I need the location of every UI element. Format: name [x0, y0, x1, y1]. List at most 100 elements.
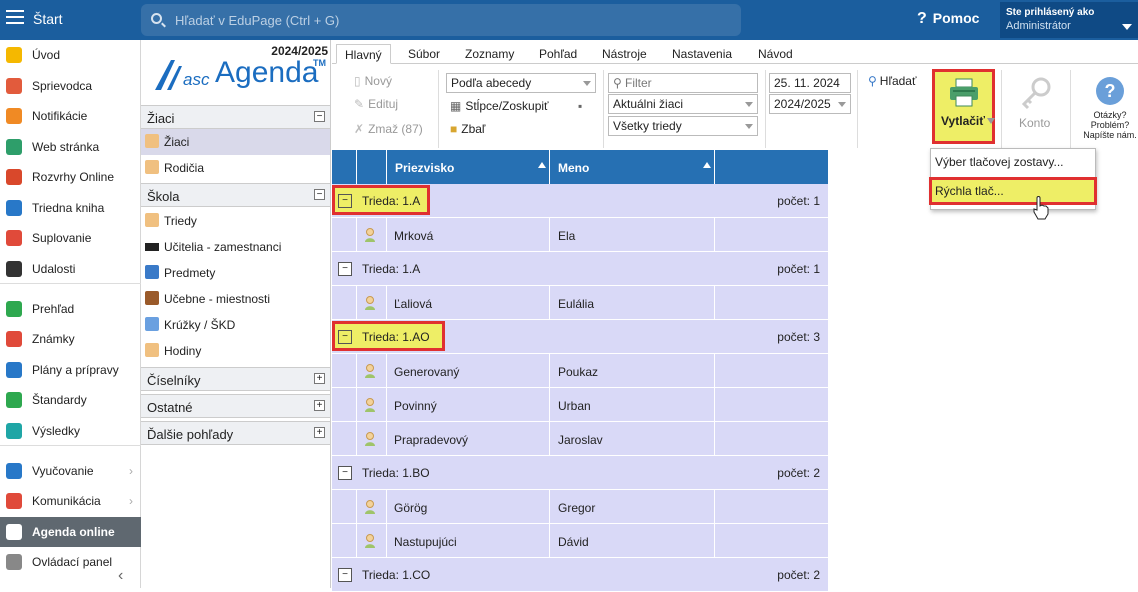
hamburger-menu-icon[interactable] [6, 10, 24, 24]
menu-item-select-report[interactable]: Výber tlačovej zostavy... [935, 155, 1064, 169]
expand-toggle-icon[interactable]: + [314, 400, 325, 411]
sort-select[interactable]: Podľa abecedy [446, 73, 596, 93]
cell-divider [549, 524, 550, 558]
header-surname[interactable]: Priezvisko [387, 150, 550, 184]
section-ziaci[interactable]: Žiaci − [141, 105, 330, 129]
header-label: Meno [558, 161, 590, 175]
columns-button[interactable]: ▦ Stĺpce/Zoskupiť [450, 99, 549, 113]
panel-item-kruzky[interactable]: Krúžky / ŠKD [141, 312, 330, 338]
nav-item-zn-mky[interactable]: Známky [0, 324, 141, 354]
section-ciselniky[interactable]: Číselníky + [141, 367, 330, 391]
table-row[interactable]: Povinný Urban [332, 388, 828, 422]
class-filter-select[interactable]: Všetky triedy [608, 116, 758, 136]
nav-item-web-str-nka[interactable]: Web stránka [0, 132, 141, 162]
students-filter-select[interactable]: Aktuálni žiaci [608, 94, 758, 114]
collapse-group-icon[interactable]: − [338, 194, 352, 208]
delete-icon: ✗ [354, 122, 365, 136]
delete-button[interactable]: ✗ Zmaž (87) [354, 122, 423, 136]
panel-item-triedy[interactable]: Triedy [141, 208, 330, 234]
key-icon [1021, 77, 1051, 110]
menu-item-quick-print[interactable]: Rýchla tlač... [929, 177, 1097, 205]
tab-subor[interactable]: Súbor [408, 44, 440, 64]
tab-zoznamy[interactable]: Zoznamy [465, 44, 514, 64]
nav-item-sprievodca[interactable]: Sprievodca [0, 71, 141, 101]
date-input[interactable]: 25. 11. 2024 [769, 73, 851, 93]
panel-item-ucitelia[interactable]: Učitelia - zamestnanci [141, 234, 330, 260]
nav-item-rozvrhy-online[interactable]: Rozvrhy Online [0, 162, 141, 192]
chevron-down-icon [583, 81, 591, 86]
panel-item-ziaci[interactable]: Žiaci [141, 129, 330, 155]
students-grid: Priezvisko Meno − Trieda: 1.A počet: 1 Mrko… [332, 150, 828, 592]
expand-toggle-icon[interactable]: + [314, 427, 325, 438]
new-button[interactable]: ▯ Nový [354, 74, 392, 88]
collapse-group-icon[interactable]: − [338, 466, 352, 480]
nav-item--vod[interactable]: Úvod [0, 40, 141, 70]
table-row[interactable]: Mrková Ela [332, 218, 828, 252]
collapse-group-icon[interactable]: − [338, 568, 352, 582]
collapse-toggle-icon[interactable]: − [314, 111, 325, 122]
nav-item-pl-ny-a-pr-pravy[interactable]: Plány a prípravy [0, 355, 141, 385]
group-row[interactable]: − Trieda: 1.A počet: 1 [332, 184, 828, 218]
tab-nastroje[interactable]: Nástroje [602, 44, 647, 64]
group-row[interactable]: − Trieda: 1.CO počet: 2 [332, 558, 828, 592]
help-text[interactable]: Otázky? Problém? Napíšte nám. [1078, 110, 1138, 140]
cell-surname: Görög [394, 501, 428, 515]
expand-toggle-icon[interactable]: + [314, 373, 325, 384]
table-row[interactable]: Nastupujúci Dávid [332, 524, 828, 558]
student-icon [365, 432, 375, 446]
question-icon[interactable]: ? [1096, 77, 1124, 105]
nav-item-komunik-cia[interactable]: Komunikácia › [0, 486, 141, 516]
group-row[interactable]: − Trieda: 1.A počet: 1 [332, 252, 828, 286]
collapse-group-icon[interactable]: − [338, 330, 352, 344]
search-label: Hľadať [879, 74, 917, 88]
nav-item-vyu-ovanie[interactable]: Vyučovanie › [0, 456, 141, 486]
account-button[interactable]: Konto [1016, 76, 1056, 136]
collapse-nav-icon[interactable]: ‹ [118, 567, 123, 585]
filter-input[interactable]: ⚲ Filter [608, 73, 758, 93]
nav-item-notifik-cie[interactable]: Notifikácie [0, 101, 141, 131]
school-year-select[interactable]: 2024/2025 [769, 94, 851, 114]
table-row[interactable]: Ľaliová Eulália [332, 286, 828, 320]
divider [438, 70, 439, 148]
tab-pohlad[interactable]: Pohľad [539, 44, 577, 64]
start-label[interactable]: Štart [33, 11, 63, 27]
panel-item-label: Učitelia - zamestnanci [164, 240, 282, 254]
divider [1001, 70, 1002, 148]
nav-item-udalosti[interactable]: Udalosti [0, 254, 141, 284]
table-row[interactable]: Generovaný Poukaz [332, 354, 828, 388]
print-button[interactable]: Vytlačiť [932, 69, 995, 144]
collapse-group-icon[interactable]: − [338, 262, 352, 276]
help-button[interactable]: ? Pomoc [917, 10, 979, 28]
tab-hlavny[interactable]: Hlavný [336, 44, 391, 64]
search-button[interactable]: ⚲ Hľadať [868, 74, 916, 88]
nav-item-v-sledky[interactable]: Výsledky [0, 416, 141, 446]
user-menu[interactable]: Ste prihlásený ako Administrátor [1000, 2, 1138, 38]
nav-item-preh-ad[interactable]: Prehľad [0, 294, 141, 324]
table-row[interactable]: Görög Gregor [332, 490, 828, 524]
group-row[interactable]: − Trieda: 1.BO počet: 2 [332, 456, 828, 490]
collapse-toggle-icon[interactable]: − [314, 189, 325, 200]
panel-item-hodiny[interactable]: Hodiny [141, 338, 330, 364]
save-icon[interactable]: ▪ [578, 99, 582, 113]
table-row[interactable]: Prapradevový Jaroslav [332, 422, 828, 456]
section-skola[interactable]: Škola − [141, 183, 330, 207]
nav-item-suplovanie[interactable]: Suplovanie [0, 223, 141, 253]
panel-item-rodicia[interactable]: Rodičia [141, 155, 330, 181]
nav-item-agenda-online[interactable]: Agenda online [0, 517, 141, 547]
nav-item--tandardy[interactable]: Štandardy [0, 385, 141, 415]
edit-button[interactable]: ✎ Edituj [354, 97, 398, 111]
panel-item-predmety[interactable]: Predmety [141, 260, 330, 286]
header-name[interactable]: Meno [550, 150, 715, 184]
left-nav: Úvod Sprievodca Notifikácie Web stránka Rozv… [0, 40, 141, 588]
cell-divider [549, 422, 550, 456]
collapse-button[interactable]: ■ Zbaľ [450, 122, 485, 136]
nav-item-triedna-kniha[interactable]: Triedna kniha [0, 193, 141, 223]
tab-nastavenia[interactable]: Nastavenia [672, 44, 732, 64]
section-dalsie-pohlady[interactable]: Ďalšie pohľady + [141, 421, 330, 445]
new-icon: ▯ [354, 74, 361, 88]
search-input[interactable]: Hľadať v EduPage (Ctrl + G) [141, 4, 741, 36]
section-ostatne[interactable]: Ostatné + [141, 394, 330, 418]
group-row[interactable]: − Trieda: 1.AO počet: 3 [332, 320, 828, 354]
tab-navod[interactable]: Návod [758, 44, 793, 64]
panel-item-ucebne[interactable]: Učebne - miestnosti [141, 286, 330, 312]
